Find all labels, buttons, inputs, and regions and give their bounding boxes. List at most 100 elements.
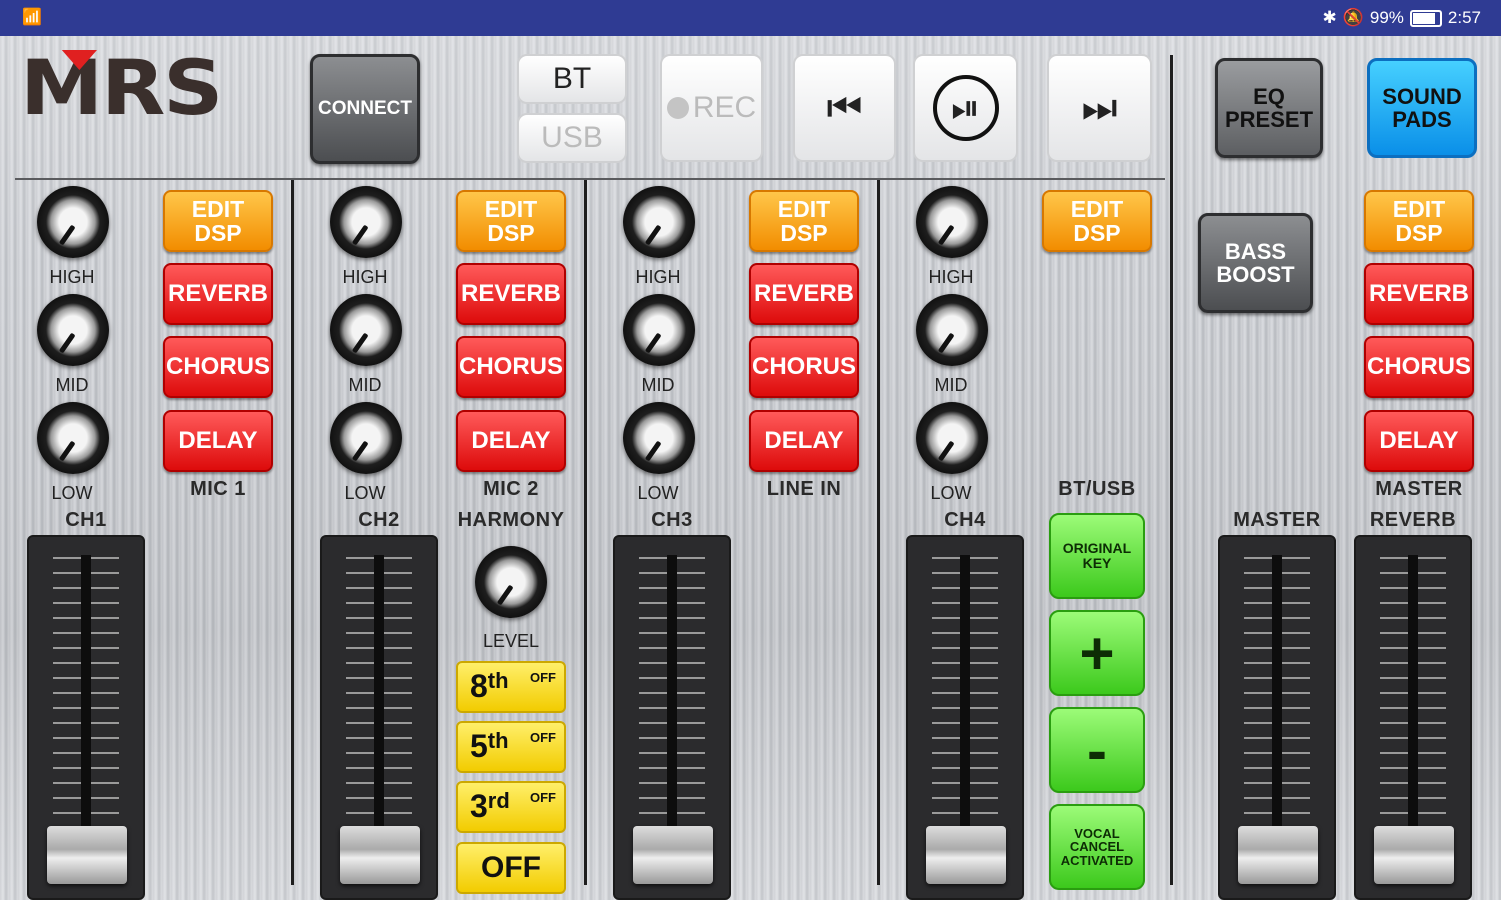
eq-low-label: LOW xyxy=(344,483,386,503)
status-bar: 📶 ✱ 🔕 99% 2:57 xyxy=(0,0,1501,36)
chorus-button[interactable]: CHORUS xyxy=(456,336,566,398)
delay-button[interactable]: DELAY xyxy=(456,410,566,472)
fader-handle[interactable] xyxy=(340,826,420,884)
eq-mid-knob[interactable] xyxy=(916,294,988,366)
eq-mid-knob[interactable] xyxy=(37,294,109,366)
original-key-button[interactable]: ORIGINAL KEY xyxy=(1049,513,1145,599)
master-fader[interactable] xyxy=(1218,535,1336,900)
reverb-fader-label: REVERB xyxy=(1369,509,1457,531)
channel-divider xyxy=(291,180,294,885)
channel-source-label: MIC 2 xyxy=(483,478,539,500)
eq-low-knob[interactable] xyxy=(330,402,402,474)
eq-high-knob[interactable] xyxy=(37,186,109,258)
channel-name-label: CH1 xyxy=(65,509,107,531)
fader-handle[interactable] xyxy=(47,826,127,884)
channel-source-label: LINE IN xyxy=(766,478,842,500)
reverb-button[interactable]: REVERB xyxy=(749,263,859,325)
harmony-off-button[interactable]: OFF xyxy=(456,842,566,894)
eq-high-label: HIGH xyxy=(635,267,681,287)
play-pause-icon: ⏯ xyxy=(932,75,999,141)
channel-divider xyxy=(877,180,880,885)
record-button[interactable]: REC xyxy=(660,54,763,162)
master-fader-label: MASTER xyxy=(1233,509,1321,531)
reverb-button[interactable]: REVERB xyxy=(163,263,273,325)
record-dot-icon xyxy=(666,97,689,119)
reverb-fader[interactable] xyxy=(1354,535,1472,900)
channel-name-label: CH3 xyxy=(651,509,693,531)
eq-low-knob[interactable] xyxy=(916,402,988,474)
channel-fader[interactable] xyxy=(320,535,438,900)
master-divider xyxy=(1170,55,1173,885)
eq-mid-label: MID xyxy=(348,375,382,395)
battery-percent: 99% xyxy=(1369,8,1404,27)
fader-handle[interactable] xyxy=(926,826,1006,884)
sound-pads-button[interactable]: SOUND PADS xyxy=(1367,58,1477,158)
skip-previous-icon: ⏮ xyxy=(826,86,863,130)
fader-handle[interactable] xyxy=(633,826,713,884)
eq-low-knob[interactable] xyxy=(37,402,109,474)
channel-source-label: BT/USB xyxy=(1058,478,1136,500)
channel-name-label: CH2 xyxy=(358,509,400,531)
channel-fader[interactable] xyxy=(906,535,1024,900)
fader-handle[interactable] xyxy=(1374,826,1454,884)
reverb-button[interactable]: REVERB xyxy=(456,263,566,325)
minus-icon: - xyxy=(1087,716,1107,784)
clock: 2:57 xyxy=(1447,8,1481,27)
plus-icon: + xyxy=(1079,619,1115,687)
eq-low-label: LOW xyxy=(637,483,679,503)
toolbar-divider xyxy=(15,178,1165,180)
harmony-8th-button[interactable]: 8th OFF xyxy=(456,661,566,713)
wifi-icon: 📶 xyxy=(22,9,42,26)
eq-mid-knob[interactable] xyxy=(623,294,695,366)
eq-high-knob[interactable] xyxy=(330,186,402,258)
eq-low-label: LOW xyxy=(51,483,93,503)
eq-mid-knob[interactable] xyxy=(330,294,402,366)
connect-button[interactable]: CONNECT xyxy=(310,54,420,164)
eq-high-label: HIGH xyxy=(49,267,95,287)
bass-boost-button[interactable]: BASS BOOST xyxy=(1198,213,1313,313)
reverb-button[interactable]: REVERB xyxy=(1364,263,1474,325)
channel-fader[interactable] xyxy=(27,535,145,900)
play-pause-button[interactable]: ⏯ xyxy=(913,54,1018,162)
bluetooth-icon: ✱ xyxy=(1322,8,1337,27)
skip-next-icon: ⏭ xyxy=(1081,86,1118,130)
chorus-button[interactable]: CHORUS xyxy=(163,336,273,398)
mute-icon: 🔕 xyxy=(1342,8,1364,27)
delay-button[interactable]: DELAY xyxy=(1364,410,1474,472)
edit-dsp-button[interactable]: EDIT DSP xyxy=(456,190,566,252)
edit-dsp-button[interactable]: EDIT DSP xyxy=(1364,190,1474,252)
chorus-button[interactable]: CHORUS xyxy=(749,336,859,398)
bt-source-button[interactable]: BT xyxy=(517,54,627,104)
channel-source-label: MIC 1 xyxy=(190,478,246,500)
next-track-button[interactable]: ⏭ xyxy=(1047,54,1152,162)
eq-mid-label: MID xyxy=(934,375,968,395)
mrs-logo: MRS xyxy=(20,43,223,132)
master-fx-label: MASTER xyxy=(1375,478,1463,500)
channel-fader[interactable] xyxy=(613,535,731,900)
eq-low-label: LOW xyxy=(930,483,972,503)
eq-high-label: HIGH xyxy=(342,267,388,287)
vocal-cancel-button[interactable]: VOCAL CANCEL ACTIVATED xyxy=(1049,804,1145,890)
edit-dsp-button[interactable]: EDIT DSP xyxy=(749,190,859,252)
eq-low-knob[interactable] xyxy=(623,402,695,474)
usb-source-button[interactable]: USB xyxy=(517,113,627,163)
channel-divider xyxy=(584,180,587,885)
harmony-level-knob[interactable] xyxy=(475,546,547,618)
key-up-button[interactable]: + xyxy=(1049,610,1145,696)
delay-button[interactable]: DELAY xyxy=(749,410,859,472)
edit-dsp-button[interactable]: EDIT DSP xyxy=(163,190,273,252)
harmony-3rd-button[interactable]: 3rd OFF xyxy=(456,781,566,833)
chorus-button[interactable]: CHORUS xyxy=(1364,336,1474,398)
harmony-level-label: LEVEL xyxy=(482,631,540,651)
eq-high-knob[interactable] xyxy=(916,186,988,258)
eq-mid-label: MID xyxy=(55,375,89,395)
harmony-5th-button[interactable]: 5th OFF xyxy=(456,721,566,773)
eq-high-knob[interactable] xyxy=(623,186,695,258)
previous-track-button[interactable]: ⏮ xyxy=(793,54,896,162)
delay-button[interactable]: DELAY xyxy=(163,410,273,472)
edit-dsp-button[interactable]: EDIT DSP xyxy=(1042,190,1152,252)
key-down-button[interactable]: - xyxy=(1049,707,1145,793)
eq-high-label: HIGH xyxy=(928,267,974,287)
eq-preset-button[interactable]: EQ PRESET xyxy=(1215,58,1323,158)
fader-handle[interactable] xyxy=(1238,826,1318,884)
